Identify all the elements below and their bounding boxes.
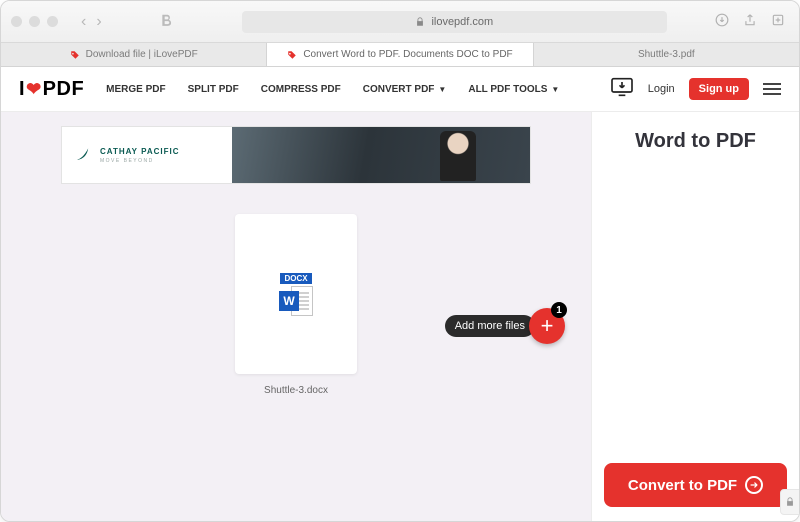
window-controls	[11, 16, 58, 27]
nav-all-tools[interactable]: ALL PDF TOOLS▼	[468, 84, 559, 95]
forward-button[interactable]: ›	[96, 13, 101, 31]
side-scrollbar[interactable]	[791, 162, 797, 451]
word-w-icon: W	[279, 291, 299, 311]
tab-shuttle-pdf[interactable]: Shuttle-3.pdf	[534, 43, 799, 66]
menu-icon[interactable]	[763, 83, 781, 95]
browser-window: ‹ › ilovepdf.com Download file | iLovePD…	[0, 0, 800, 522]
toolbar-icons	[715, 13, 785, 30]
brushwing-icon	[74, 145, 94, 165]
back-button[interactable]: ‹	[81, 13, 86, 31]
docx-badge: DOCX	[280, 273, 311, 284]
file-stage: i ✕ CATHAY PACIFIC MOVE BEYOND	[1, 112, 591, 521]
site-header: I ❤ PDF MERGE PDF SPLIT PDF COMPRESS PDF…	[1, 67, 799, 112]
page-lock-indicator	[780, 489, 799, 515]
convert-button-label: Convert to PDF	[628, 477, 737, 494]
titlebar: ‹ › ilovepdf.com	[1, 1, 799, 43]
address-bar[interactable]: ilovepdf.com	[242, 11, 667, 33]
caret-down-icon: ▼	[551, 85, 559, 94]
file-name: Shuttle-3.docx	[235, 385, 357, 396]
tab-label: Download file | iLovePDF	[86, 49, 198, 60]
nav-convert[interactable]: CONVERT PDF▼	[363, 84, 447, 95]
signup-button[interactable]: Sign up	[689, 78, 749, 100]
close-window-button[interactable]	[11, 16, 22, 27]
browser-logo	[160, 13, 174, 30]
logo-right: PDF	[43, 78, 85, 101]
file-card[interactable]: DOCX W Shuttle-3.docx	[235, 214, 357, 374]
tag-icon	[287, 50, 297, 60]
add-files-wrap: Add more files + 1	[445, 308, 565, 344]
tab-download-file[interactable]: Download file | iLovePDF	[1, 43, 267, 66]
ad-image	[232, 127, 530, 183]
tab-convert-word[interactable]: Convert Word to PDF. Documents DOC to PD…	[267, 43, 533, 66]
share-icon[interactable]	[743, 13, 757, 30]
plus-icon: +	[541, 313, 554, 339]
lock-icon	[415, 17, 425, 27]
tab-label: Shuttle-3.pdf	[638, 49, 695, 60]
lock-icon	[785, 497, 795, 507]
nav-merge[interactable]: MERGE PDF	[106, 84, 165, 95]
ad-brand-text: CATHAY PACIFIC	[100, 147, 180, 156]
site-logo[interactable]: I ❤ PDF	[19, 78, 84, 101]
word-file-icon: DOCX W	[279, 273, 313, 316]
desktop-app-icon[interactable]	[610, 77, 634, 102]
login-link[interactable]: Login	[648, 83, 675, 95]
tab-strip: Download file | iLovePDF Convert Word to…	[1, 43, 799, 67]
nav-links: MERGE PDF SPLIT PDF COMPRESS PDF CONVERT…	[106, 84, 559, 95]
file-count-badge: 1	[551, 302, 567, 318]
maximize-window-button[interactable]	[47, 16, 58, 27]
nav-arrows: ‹ ›	[81, 13, 102, 31]
page-body: i ✕ CATHAY PACIFIC MOVE BEYOND	[1, 112, 799, 521]
convert-button[interactable]: Convert to PDF	[604, 463, 787, 507]
url-text: ilovepdf.com	[431, 16, 493, 28]
ad-brand: CATHAY PACIFIC MOVE BEYOND	[62, 127, 232, 183]
logo-left: I	[19, 78, 25, 101]
nav-compress[interactable]: COMPRESS PDF	[261, 84, 341, 95]
download-icon[interactable]	[715, 13, 729, 30]
panel-title: Word to PDF	[635, 130, 756, 153]
ad-tagline: MOVE BEYOND	[100, 158, 180, 164]
arrow-right-icon	[745, 476, 763, 494]
new-tab-icon[interactable]	[771, 13, 785, 30]
side-panel: Word to PDF Convert to PDF	[591, 112, 799, 521]
heart-icon: ❤	[26, 79, 42, 100]
tag-icon	[70, 50, 80, 60]
nav-split[interactable]: SPLIT PDF	[188, 84, 239, 95]
header-right: Login Sign up	[610, 77, 781, 102]
add-files-tooltip: Add more files	[445, 315, 535, 337]
ad-banner[interactable]: i ✕ CATHAY PACIFIC MOVE BEYOND	[61, 126, 531, 184]
caret-down-icon: ▼	[438, 85, 446, 94]
minimize-window-button[interactable]	[29, 16, 40, 27]
tab-label: Convert Word to PDF. Documents DOC to PD…	[303, 49, 512, 60]
add-files-button[interactable]: + 1	[529, 308, 565, 344]
